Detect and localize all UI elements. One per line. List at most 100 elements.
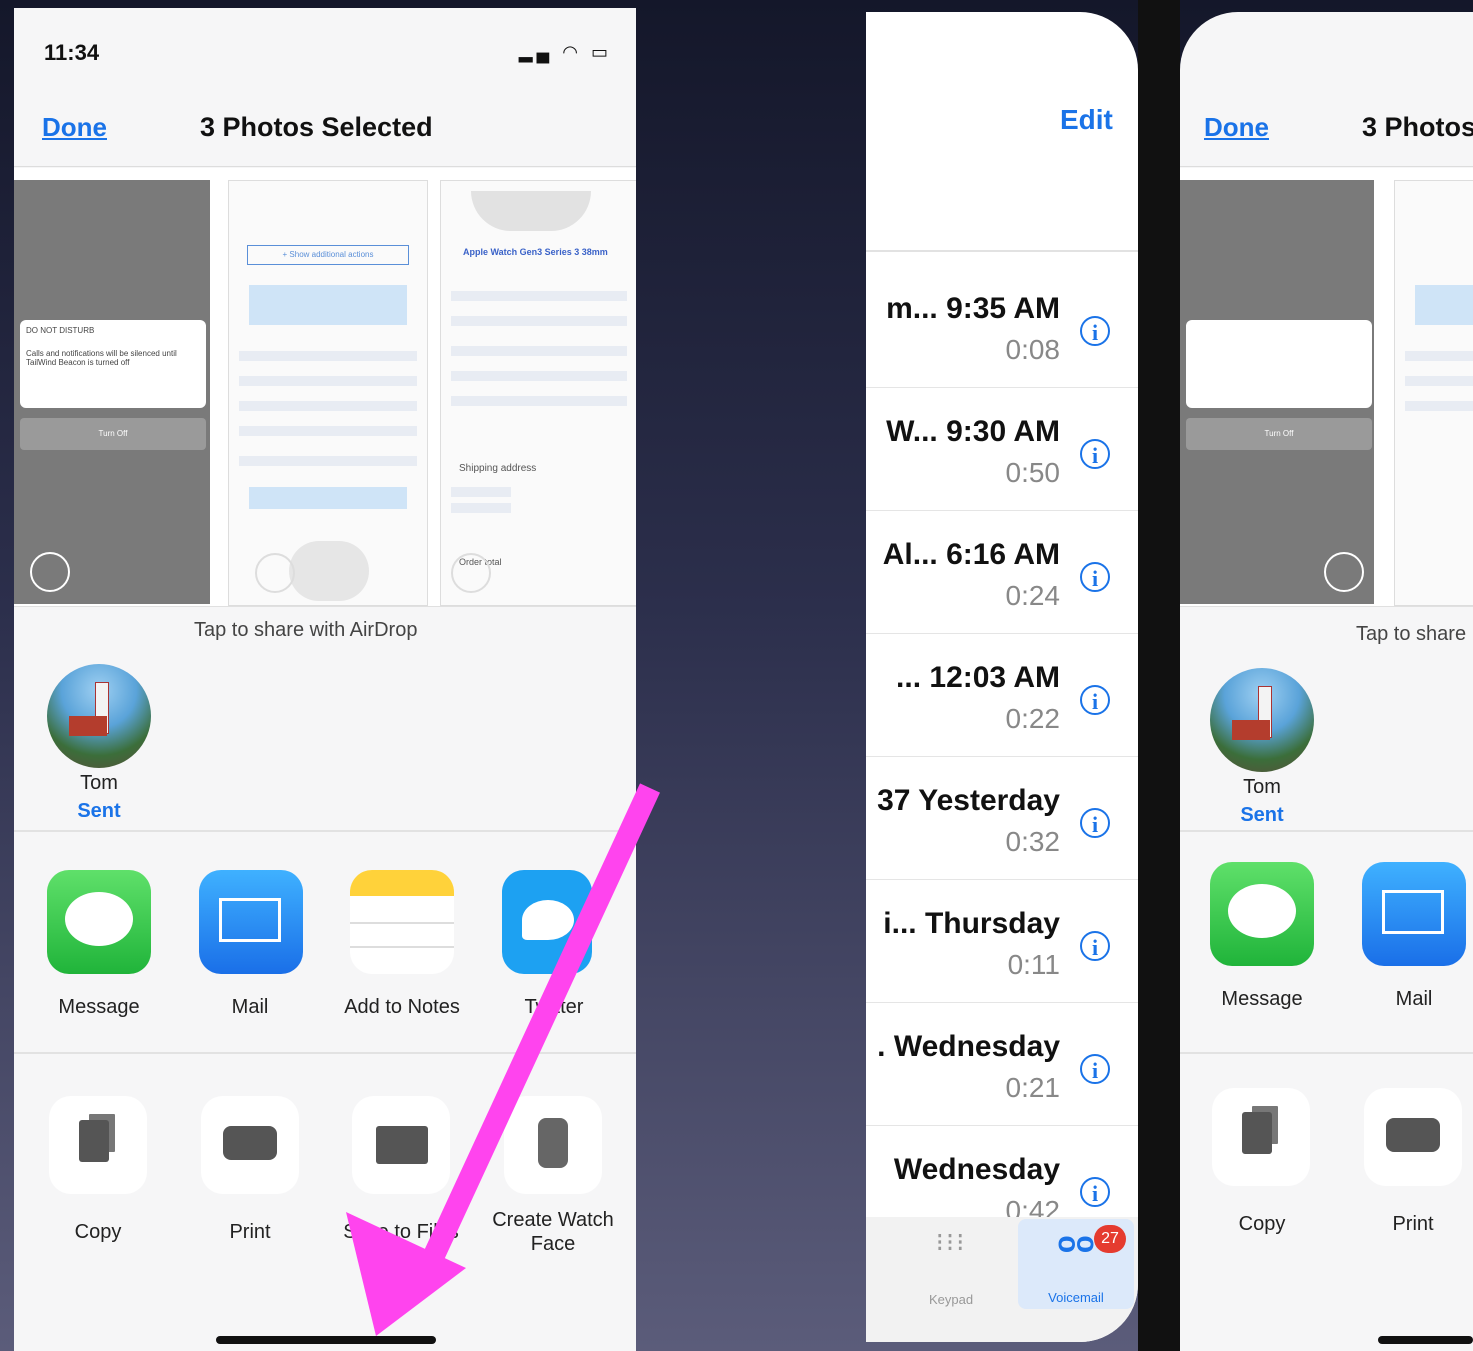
- info-icon[interactable]: i: [1080, 931, 1110, 961]
- voicemail-row[interactable]: ... 12:03 AM 0:22 i: [866, 633, 1138, 757]
- notes-line-icon: [350, 922, 454, 924]
- thumb-line: [451, 396, 627, 406]
- voicemail-screen: Edit m... 9:35 AM 0:08 i W... 9:30 AM 0:50 i A…: [866, 12, 1138, 1342]
- dnd-text: Calls and notifications will be silenced…: [26, 349, 177, 367]
- copy-button[interactable]: [49, 1096, 147, 1194]
- thumb-show-actions: + Show additional actions: [247, 245, 409, 265]
- speech-bubble-icon: [1228, 884, 1296, 938]
- photo-thumb-order[interactable]: + Show additional actions: [228, 180, 428, 606]
- divider: [14, 830, 636, 832]
- signal-wifi-battery-icon: ▂▄ ◠ ▭: [518, 42, 612, 62]
- done-button[interactable]: Done: [42, 112, 107, 143]
- voicemail-row-title: 37 Yesterday: [877, 784, 1060, 817]
- home-indicator[interactable]: [216, 1336, 436, 1344]
- notes-header-icon: [350, 870, 454, 896]
- photo-thumb-dnd[interactable]: DO NOT DISTURB Calls and notifications w…: [14, 180, 210, 604]
- voicemail-row[interactable]: i... Thursday 0:11 i: [866, 879, 1138, 1003]
- copy-icon: [79, 1120, 109, 1162]
- page-title: 3 Photos: [1362, 112, 1473, 142]
- thumb-line: [451, 487, 511, 497]
- photo-thumb-order[interactable]: [1394, 180, 1473, 606]
- status-time: 11:34: [44, 40, 100, 65]
- message-app-icon[interactable]: [1210, 862, 1314, 966]
- info-icon[interactable]: i: [1080, 1054, 1110, 1084]
- voicemail-row-title: ... 12:03 AM: [896, 661, 1060, 694]
- thumb-blue-bar: [249, 487, 407, 509]
- voicemail-row[interactable]: 37 Yesterday 0:32 i: [866, 756, 1138, 880]
- message-app-icon[interactable]: [47, 870, 151, 974]
- mail-app-icon[interactable]: [1362, 862, 1466, 966]
- app-label-mail: Mail: [231, 996, 269, 1018]
- contact-status: Sent: [1240, 804, 1284, 826]
- voicemail-row-title: i... Thursday: [883, 907, 1060, 940]
- contact-avatar[interactable]: [47, 664, 151, 768]
- house-icon: [69, 716, 107, 736]
- thumb-line: [451, 371, 627, 381]
- nav-bar: Done 3 Photos Selected: [14, 88, 636, 167]
- action-label-print: Print: [1392, 1213, 1434, 1235]
- info-icon[interactable]: i: [1080, 562, 1110, 592]
- info-icon[interactable]: i: [1080, 316, 1110, 346]
- thumb-product-title: Apple Watch Gen3 Series 3 38mm: [463, 247, 608, 257]
- voicemail-row-duration: 0:22: [1005, 703, 1061, 734]
- dnd-title: DO NOT DISTURB: [26, 326, 95, 335]
- printer-icon: [223, 1126, 277, 1160]
- voicemail-row-duration: 0:24: [1005, 580, 1061, 611]
- contact-name: Tom: [80, 772, 118, 794]
- voicemail-row-title: Wednesday: [893, 1153, 1060, 1186]
- contact-avatar[interactable]: [1210, 668, 1314, 772]
- folder-icon: [376, 1126, 428, 1164]
- voicemail-row[interactable]: . Wednesday 0:21 i: [866, 1002, 1138, 1126]
- home-indicator[interactable]: [1378, 1336, 1473, 1344]
- airdrop-label: Tap to share with AirDrop: [194, 619, 418, 641]
- photo-thumbnails: DO NOT DISTURB Calls and notifications w…: [14, 168, 636, 607]
- action-label-print: Print: [229, 1221, 271, 1243]
- thumb-line: [1405, 401, 1473, 411]
- page-title: 3 Photos Selected: [200, 112, 433, 142]
- info-icon[interactable]: i: [1080, 439, 1110, 469]
- create-watch-face-button[interactable]: [504, 1096, 602, 1194]
- envelope-icon: [219, 898, 281, 942]
- thumb-line: [239, 351, 417, 361]
- divider: [1180, 1052, 1473, 1054]
- tab-keypad[interactable]: ⁝⁝⁝ Keypad: [896, 1227, 1006, 1307]
- thumb-line: [239, 376, 417, 386]
- voicemail-row-title: W... 9:30 AM: [886, 415, 1060, 448]
- info-icon[interactable]: i: [1080, 808, 1110, 838]
- done-button[interactable]: Done: [1204, 112, 1269, 143]
- share-sheet-right: Done 3 Photos Turn Off Tap to share Tom …: [1180, 12, 1473, 1351]
- tab-bar: ⁝⁝⁝ Keypad ᴑᴑ Voicemail 27: [866, 1217, 1138, 1342]
- thumb-line: [451, 503, 511, 513]
- info-icon[interactable]: i: [1080, 685, 1110, 715]
- photo-thumb-dnd[interactable]: Turn Off: [1180, 180, 1374, 604]
- nav-bar: Done 3 Photos: [1180, 88, 1473, 167]
- mail-app-icon[interactable]: [199, 870, 303, 974]
- photo-thumb-product[interactable]: Apple Watch Gen3 Series 3 38mm Shipping …: [440, 180, 636, 606]
- thumb-line: [239, 401, 417, 411]
- select-circle-icon: [451, 553, 491, 593]
- edit-button[interactable]: Edit: [1060, 104, 1113, 136]
- voicemail-row-duration: 0:21: [1005, 1072, 1061, 1103]
- app-label-twitter: Twitter: [524, 996, 584, 1018]
- voicemail-row[interactable]: m... 9:35 AM 0:08 i: [866, 264, 1138, 388]
- airdrop-label: Tap to share: [1356, 623, 1467, 645]
- voicemail-row-duration: 0:32: [1005, 826, 1061, 857]
- thumb-blue-block: [249, 285, 407, 325]
- voicemail-row[interactable]: W... 9:30 AM 0:50 i: [866, 387, 1138, 511]
- action-label-save-to-files: Save to Files: [343, 1221, 459, 1243]
- print-button[interactable]: [1364, 1088, 1462, 1186]
- copy-button[interactable]: [1212, 1088, 1310, 1186]
- thumb-line: [1405, 351, 1473, 361]
- voicemail-row-title: m... 9:35 AM: [886, 292, 1060, 325]
- voicemail-row-duration: 0:11: [1007, 949, 1060, 980]
- dnd-turn-off-button: Turn Off: [20, 418, 206, 450]
- save-to-files-button[interactable]: [352, 1096, 450, 1194]
- divider: [1180, 830, 1473, 832]
- voicemail-row[interactable]: Al... 6:16 AM 0:24 i: [866, 510, 1138, 634]
- app-switcher-gap: [1138, 0, 1180, 1351]
- info-icon[interactable]: i: [1080, 1177, 1110, 1207]
- watch-icon: [538, 1118, 568, 1168]
- twitter-app-icon[interactable]: [502, 870, 592, 974]
- notes-app-icon[interactable]: [350, 870, 454, 974]
- print-button[interactable]: [201, 1096, 299, 1194]
